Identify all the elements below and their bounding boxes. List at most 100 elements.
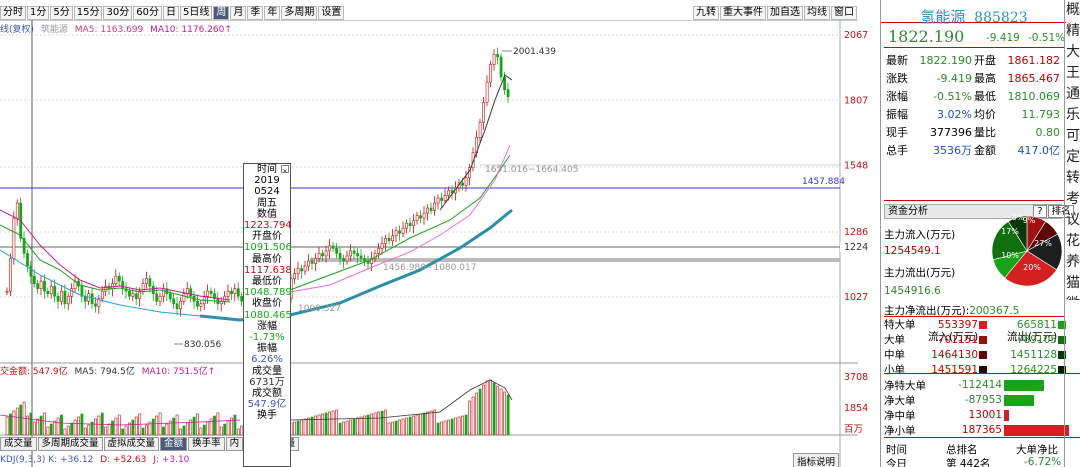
indicator-tab[interactable]: 内 xyxy=(225,437,244,451)
period-tab[interactable]: 5日线 xyxy=(179,6,213,20)
candle-body xyxy=(349,250,353,257)
period-tab[interactable]: 15分 xyxy=(73,6,103,20)
period-tab[interactable]: 1分 xyxy=(27,6,50,20)
indicator-tab[interactable]: 成交量 xyxy=(0,437,37,451)
info-box-row: 成交量 xyxy=(252,365,282,377)
chart-tool-button[interactable]: 重大事件 xyxy=(720,6,766,20)
close-icon[interactable]: × xyxy=(281,165,289,175)
candle-body xyxy=(482,101,486,123)
side-strip-char: 通 xyxy=(1066,86,1080,102)
info-box-row: 最高价 xyxy=(252,253,282,265)
quote-label: 最低 xyxy=(974,90,996,103)
quote-value: -0.51% xyxy=(933,89,972,103)
volume-bar xyxy=(300,419,304,436)
outflow-value: 1454916.6 xyxy=(884,285,941,297)
rank-total: 第 442名 xyxy=(946,458,991,467)
volume-bar xyxy=(317,414,321,436)
candle-body xyxy=(422,212,426,219)
candle-body xyxy=(338,253,342,259)
side-strip-char: 转 xyxy=(1066,170,1080,186)
chart-tool-button[interactable]: 九转 xyxy=(693,6,719,20)
flow-row: 小单 1451591 1264225 xyxy=(884,363,1080,376)
volume-bar xyxy=(162,426,165,436)
indicator-help-button[interactable]: 指标说明 xyxy=(793,453,840,467)
volume-bar xyxy=(412,415,416,436)
volume-bar xyxy=(43,412,46,436)
period-tab[interactable]: 分时 xyxy=(0,6,26,20)
flow-row: 特大单 553397 665811 xyxy=(884,318,1080,331)
candle-body xyxy=(117,275,121,282)
volume-axis-label: 百万 xyxy=(844,424,863,435)
info-box-row: 1048.789 xyxy=(244,287,292,299)
quote-row: 振幅 3.02% 均价 11.793 xyxy=(886,106,1071,122)
net-flow-value: -112414 xyxy=(958,379,1002,391)
rank-col-total: 总排名 xyxy=(946,444,978,456)
volume-bar xyxy=(485,380,489,436)
period-tab[interactable]: 季 xyxy=(247,6,264,20)
quote-value: 0.80 xyxy=(1035,125,1061,139)
net-flow-row: 净小单 187365 xyxy=(884,423,1080,437)
candle-body xyxy=(492,54,496,65)
pie-label: 10% xyxy=(1001,251,1019,260)
volume-legend: 交金额: 547.9亿 MA5: 794.5亿 MA10: 751.5亿↑ xyxy=(0,364,215,377)
volume-bar xyxy=(419,413,423,436)
info-box-row: 1117.638 xyxy=(244,264,292,276)
candle-body xyxy=(303,265,307,272)
period-tab[interactable]: 5分 xyxy=(50,6,73,20)
side-strip-char: 微 xyxy=(1066,294,1080,300)
candle-body xyxy=(464,177,468,186)
candle-body xyxy=(15,202,19,219)
candle-body xyxy=(100,290,104,300)
side-strip-char: 王 xyxy=(1066,65,1080,81)
volume-bar xyxy=(15,407,19,436)
candle-body xyxy=(5,290,9,293)
candle-body xyxy=(415,215,419,221)
period-tab[interactable]: 日 xyxy=(162,6,179,20)
chart-tool-button[interactable]: 加自选 xyxy=(767,6,803,20)
candle-body xyxy=(405,222,409,229)
period-tab[interactable]: 月 xyxy=(230,6,247,20)
volume-bar xyxy=(384,409,388,436)
indicator-tab[interactable]: 多周期成交量 xyxy=(37,437,103,451)
volume-bar xyxy=(32,421,36,436)
volume-bar xyxy=(219,426,223,436)
chart-tool-button[interactable]: 窗口 xyxy=(831,6,857,20)
chart-mode: 筑能源 xyxy=(40,25,68,35)
period-tab[interactable]: 60分 xyxy=(133,6,162,20)
stock-change-pct: -0.51% xyxy=(1028,32,1066,44)
candle-body xyxy=(36,283,40,289)
period-tab[interactable]: 设置 xyxy=(318,6,345,20)
indicator-tab[interactable]: 换手率 xyxy=(188,437,225,451)
quote-value: 1822.190 xyxy=(919,53,973,67)
quote-label: 量比 xyxy=(974,126,996,139)
volume-bar xyxy=(314,415,318,436)
indicator-tab[interactable]: 金额 xyxy=(160,437,188,451)
volume-bar xyxy=(36,418,40,436)
volume-bar xyxy=(145,424,148,436)
candle-body xyxy=(419,215,423,219)
volume-bar xyxy=(356,417,360,436)
kline-chart[interactable]: 2067 1807 1548 1286 1027 1224 3708 1854 百万 2001.… xyxy=(0,20,880,467)
volume-bar xyxy=(394,420,398,436)
candle-body xyxy=(226,290,230,297)
side-news-strip[interactable]: 概精大王通乐可定转考议花养猫微 xyxy=(1066,0,1080,300)
candle-body xyxy=(391,235,395,242)
period-tab[interactable]: 年 xyxy=(264,6,281,20)
side-strip-char: 议 xyxy=(1066,212,1080,228)
volume-bar xyxy=(63,428,67,436)
candle-body xyxy=(429,207,433,211)
period-tab[interactable]: 周 xyxy=(213,6,230,20)
candle-body xyxy=(363,258,367,262)
indicator-tab[interactable]: 虚拟成交量 xyxy=(103,437,160,451)
volume-bar xyxy=(408,416,412,436)
candle-body xyxy=(342,258,346,262)
chart-tool-button[interactable]: 均线 xyxy=(804,6,830,20)
period-tab[interactable]: 多周期 xyxy=(281,6,318,20)
volume-bar xyxy=(405,417,409,436)
candle-body xyxy=(60,290,63,302)
volume-bar xyxy=(496,385,500,436)
pie-label: 8% xyxy=(1012,213,1025,222)
info-box-row: 开盘价 xyxy=(252,231,282,243)
volume-bar xyxy=(415,414,419,436)
period-tab[interactable]: 30分 xyxy=(103,6,133,20)
